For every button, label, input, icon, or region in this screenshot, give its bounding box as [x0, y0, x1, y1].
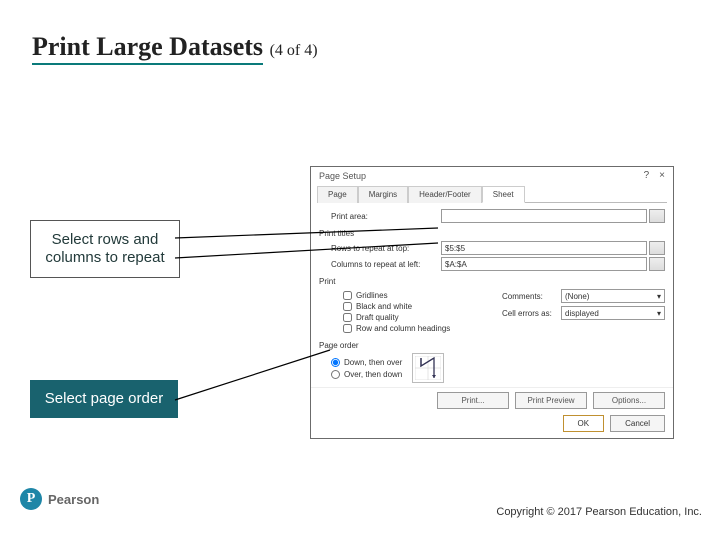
rows-repeat-input[interactable]: $5:$5 [441, 241, 647, 255]
dialog-title: Page Setup [319, 171, 366, 181]
page-order-label: Page order [319, 341, 665, 350]
page-order-diagram [412, 353, 444, 383]
errors-select[interactable]: displayed▾ [561, 306, 665, 320]
print-titles-group: Print titles Rows to repeat at top: $5:$… [319, 229, 665, 271]
print-group: Print Gridlines Black and white Draft qu… [319, 277, 665, 335]
comments-select[interactable]: (None)▾ [561, 289, 665, 303]
print-area-label: Print area: [331, 212, 441, 221]
title-main: Print Large Datasets [32, 32, 263, 65]
print-titles-label: Print titles [319, 229, 665, 238]
dialog-link-buttons: Print... Print Preview Options... [311, 387, 673, 411]
dialog-ok-cancel: OK Cancel [311, 411, 673, 438]
errors-row: Cell errors as: displayed▾ [502, 306, 665, 320]
chevron-down-icon: ▾ [657, 292, 661, 301]
range-picker-icon[interactable] [649, 209, 665, 223]
radio-down-over[interactable]: Down, then over [331, 358, 402, 367]
radio-icon[interactable] [331, 370, 340, 379]
cols-repeat-label: Columns to repeat at left: [331, 260, 441, 269]
print-area-input[interactable] [441, 209, 647, 223]
callout-rows-cols: Select rows and columns to repeat [30, 220, 180, 278]
brand-name: Pearson [48, 492, 99, 507]
range-picker-icon[interactable] [649, 257, 665, 271]
comments-row: Comments: (None)▾ [502, 289, 665, 303]
chevron-down-icon: ▾ [657, 309, 661, 318]
rows-repeat-label: Rows to repeat at top: [331, 244, 441, 253]
radio-icon[interactable] [331, 358, 340, 367]
page-order-group: Page order Down, then over Over, then do… [319, 341, 665, 383]
tab-page[interactable]: Page [317, 186, 358, 203]
pearson-p-icon: P [20, 488, 42, 510]
comments-label: Comments: [502, 292, 557, 301]
callout-page-order: Select page order [30, 380, 178, 418]
options-button[interactable]: Options... [593, 392, 665, 409]
help-icon[interactable]: ? [644, 170, 650, 181]
page-setup-dialog: Page Setup ? × Page Margins Header/Foote… [310, 166, 674, 439]
ok-button[interactable]: OK [563, 415, 605, 432]
range-picker-icon[interactable] [649, 241, 665, 255]
cb-draft[interactable]: Draft quality [343, 313, 494, 322]
title-sub: (4 of 4) [270, 42, 318, 59]
tab-margins[interactable]: Margins [358, 186, 408, 203]
print-area-group: Print area: [319, 209, 665, 223]
dialog-controls: ? × [644, 170, 665, 181]
print-preview-button[interactable]: Print Preview [515, 392, 587, 409]
checkbox-icon[interactable] [343, 324, 352, 333]
slide: Print Large Datasets (4 of 4) Select row… [0, 0, 720, 540]
close-icon[interactable]: × [659, 170, 665, 181]
errors-label: Cell errors as: [502, 309, 557, 318]
print-button[interactable]: Print... [437, 392, 509, 409]
copyright: Copyright © 2017 Pearson Education, Inc. [496, 506, 702, 518]
cb-bw[interactable]: Black and white [343, 302, 494, 311]
slide-title: Print Large Datasets (4 of 4) [32, 32, 318, 62]
brand-logo: P Pearson [20, 488, 99, 510]
checkbox-icon[interactable] [343, 291, 352, 300]
checkbox-icon[interactable] [343, 313, 352, 322]
cols-repeat-input[interactable]: $A:$A [441, 257, 647, 271]
cb-headings[interactable]: Row and column headings [343, 324, 494, 333]
checkbox-icon[interactable] [343, 302, 352, 311]
tab-header-footer[interactable]: Header/Footer [408, 186, 482, 203]
tab-sheet[interactable]: Sheet [482, 186, 525, 203]
radio-over-down[interactable]: Over, then down [331, 370, 402, 379]
cb-gridlines[interactable]: Gridlines [343, 291, 494, 300]
dialog-titlebar: Page Setup ? × [311, 167, 673, 181]
cancel-button[interactable]: Cancel [610, 415, 665, 432]
dialog-tabs: Page Margins Header/Footer Sheet [317, 185, 667, 203]
print-group-label: Print [319, 277, 665, 286]
